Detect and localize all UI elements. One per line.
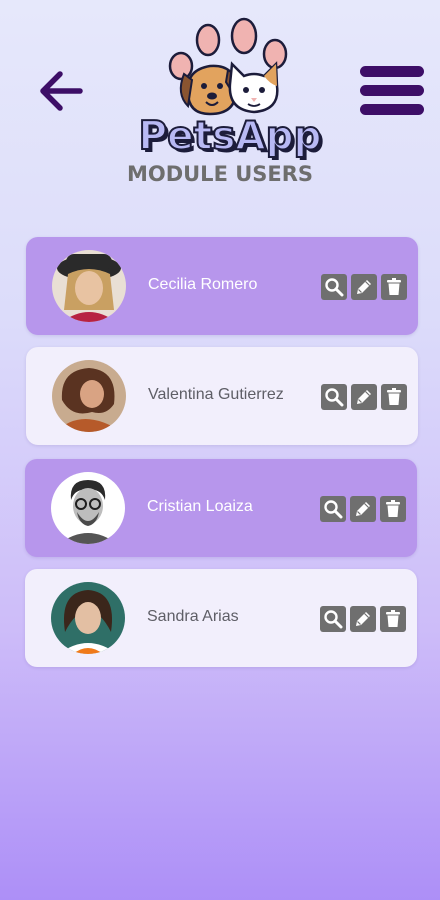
delete-trash-icon[interactable] [381,274,407,300]
app-logo: PetsApp [118,14,342,162]
avatar [51,582,125,654]
brand-name: PetsApp [138,113,323,160]
search-icon[interactable] [321,384,347,410]
edit-pencil-icon[interactable] [350,606,376,632]
edit-pencil-icon[interactable] [351,274,377,300]
page-title: MODULE USERS [126,162,314,186]
user-name: Valentina Gutierrez [148,386,284,403]
arrow-left-icon [40,71,83,111]
avatar [52,360,126,432]
hamburger-menu-icon[interactable] [358,62,428,120]
back-button[interactable] [34,64,88,118]
avatar [51,472,125,544]
avatar [52,250,126,322]
delete-trash-icon[interactable] [381,384,407,410]
user-name: Sandra Arias [147,608,239,625]
user-card[interactable]: Cristian Loaiza [25,459,417,557]
user-name: Cecilia Romero [148,276,258,293]
search-icon[interactable] [320,606,346,632]
delete-trash-icon[interactable] [380,606,406,632]
user-card[interactable]: Cecilia Romero [26,237,418,335]
search-icon[interactable] [321,274,347,300]
search-icon[interactable] [320,496,346,522]
edit-pencil-icon[interactable] [351,384,377,410]
user-card[interactable]: Sandra Arias [25,569,417,667]
edit-pencil-icon[interactable] [350,496,376,522]
user-name: Cristian Loaiza [147,498,253,515]
user-card[interactable]: Valentina Gutierrez [26,347,418,445]
delete-trash-icon[interactable] [380,496,406,522]
